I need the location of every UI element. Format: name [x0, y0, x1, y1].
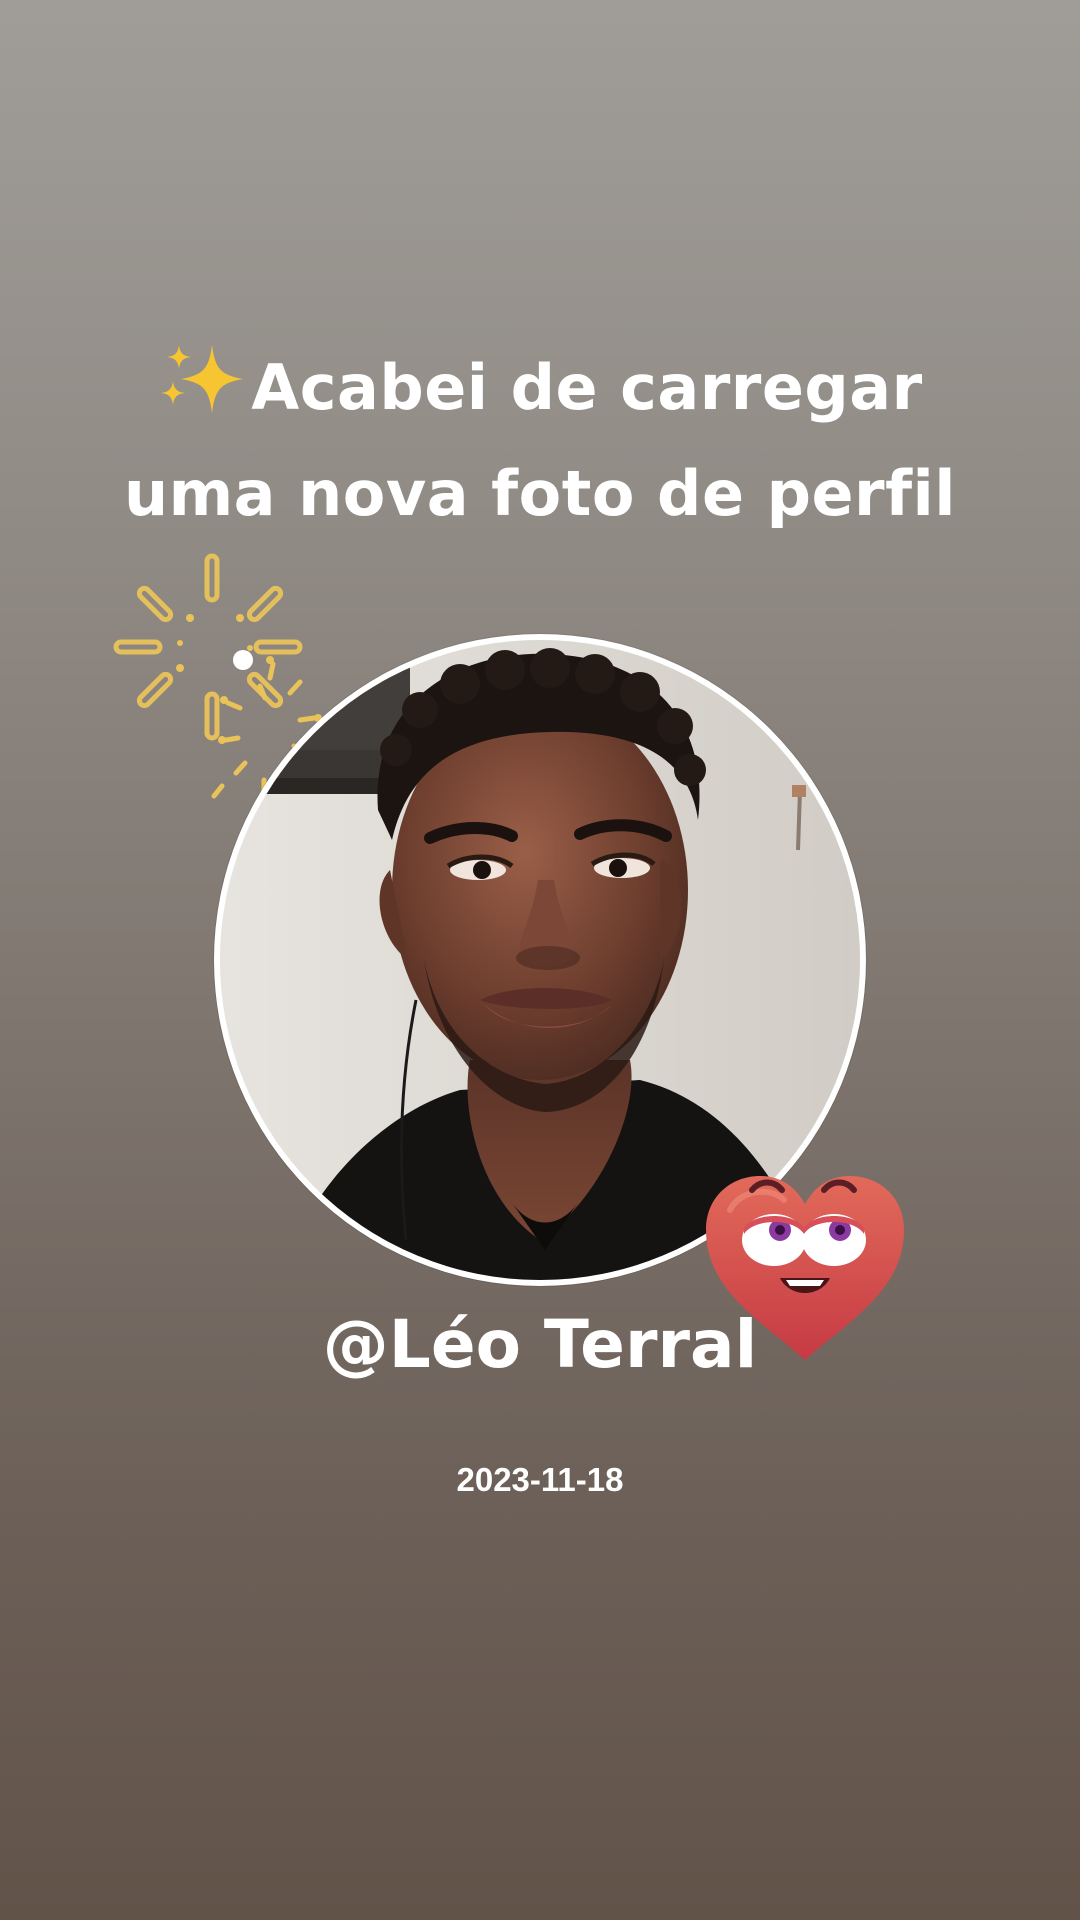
- profile-username: @Léo Terral: [322, 1306, 758, 1383]
- headline-text-1: Acabei de carregar: [251, 351, 923, 424]
- upload-date: 2023-11-18: [456, 1461, 624, 1498]
- sparkles-icon: [157, 343, 247, 444]
- headline-line-1: Acabei de carregar: [40, 338, 1040, 444]
- story-headline: Acabei de carregar uma nova foto de perf…: [40, 338, 1040, 544]
- story-screen: Acabei de carregar uma nova foto de perf…: [0, 0, 1080, 1920]
- headline-line-2: uma nova foto de perfil: [123, 457, 957, 530]
